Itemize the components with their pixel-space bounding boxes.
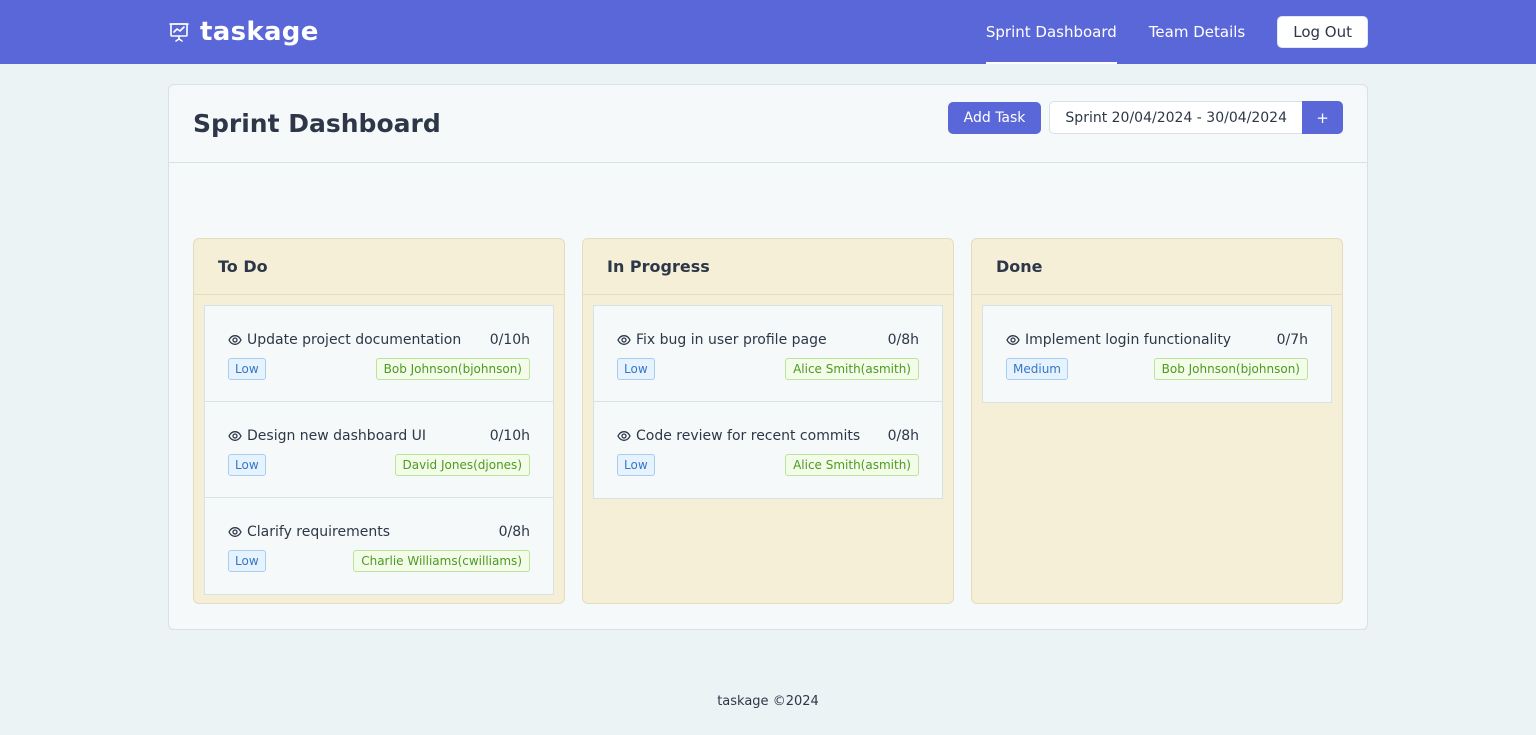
dashboard-toolbar: Add Task Sprint 20/04/2024 - 30/04/2024 … [947, 101, 1343, 134]
priority-tag: Low [228, 454, 266, 476]
task-card[interactable]: Update project documentation 0/10h Low B… [205, 306, 553, 402]
task-hours: 0/10h [489, 332, 530, 348]
add-sprint-button[interactable]: + [1302, 101, 1343, 134]
eye-icon[interactable] [228, 429, 242, 443]
column-title: In Progress [583, 239, 953, 295]
brand-name: taskage [200, 17, 319, 47]
column-title: To Do [194, 239, 564, 295]
priority-tag: Low [228, 358, 266, 380]
priority-tag: Medium [1006, 358, 1068, 380]
eye-icon[interactable] [1006, 333, 1020, 347]
presentation-chart-icon [168, 21, 190, 43]
priority-tag: Low [617, 358, 655, 380]
task-name: Fix bug in user profile page [636, 332, 827, 348]
brand-logo[interactable]: taskage [168, 15, 319, 49]
assignee-tag: Alice Smith(asmith) [785, 358, 919, 380]
task-list: Fix bug in user profile page 0/8h Low Al… [593, 305, 943, 499]
eye-icon[interactable] [228, 333, 242, 347]
task-name-wrapper[interactable]: Code review for recent commits [617, 428, 860, 444]
assignee-tag: Bob Johnson(bjohnson) [375, 358, 530, 380]
task-name: Design new dashboard UI [247, 428, 427, 444]
sprint-select[interactable]: Sprint 20/04/2024 - 30/04/2024 [1049, 101, 1302, 134]
task-name-wrapper[interactable]: Update project documentation [228, 332, 461, 348]
task-name-wrapper[interactable]: Clarify requirements [228, 524, 390, 540]
task-name: Clarify requirements [247, 524, 390, 540]
footer: taskage ©2024 [717, 694, 819, 709]
task-card[interactable]: Code review for recent commits 0/8h Low … [594, 402, 942, 498]
eye-icon[interactable] [617, 333, 631, 347]
task-name: Code review for recent commits [636, 428, 861, 444]
assignee-tag: Alice Smith(asmith) [785, 454, 919, 476]
eye-icon[interactable] [617, 429, 631, 443]
nav-link-sprint-dashboard[interactable]: Sprint Dashboard [985, 0, 1117, 64]
task-name-wrapper[interactable]: Fix bug in user profile page [617, 332, 827, 348]
task-hours: 0/7h [1276, 332, 1308, 348]
column-done: Done Implement login functionality 0/7h … [971, 238, 1343, 604]
assignee-tag: David Jones(djones) [394, 454, 530, 476]
task-card[interactable]: Fix bug in user profile page 0/8h Low Al… [594, 306, 942, 402]
sprint-selector-group: Sprint 20/04/2024 - 30/04/2024 + [1049, 101, 1343, 134]
column-title: Done [972, 239, 1342, 295]
priority-tag: Low [228, 550, 266, 572]
assignee-tag: Bob Johnson(bjohnson) [1153, 358, 1308, 380]
task-list: Update project documentation 0/10h Low B… [204, 305, 554, 595]
eye-icon[interactable] [228, 525, 242, 539]
priority-tag: Low [617, 454, 655, 476]
task-hours: 0/8h [887, 428, 919, 444]
column-to-do: To Do Update project documentation 0/10h… [193, 238, 565, 604]
task-name-wrapper[interactable]: Design new dashboard UI [228, 428, 426, 444]
task-card[interactable]: Design new dashboard UI 0/10h Low David … [205, 402, 553, 498]
task-name: Implement login functionality [1025, 332, 1232, 348]
task-list: Implement login functionality 0/7h Mediu… [982, 305, 1332, 403]
column-in-progress: In Progress Fix bug in user profile page… [582, 238, 954, 604]
task-card[interactable]: Clarify requirements 0/8h Low Charlie Wi… [205, 498, 553, 594]
logout-button[interactable]: Log Out [1277, 16, 1368, 48]
nav-link-team-details[interactable]: Team Details [1149, 0, 1245, 64]
top-navbar: taskage Sprint Dashboard Team Details Lo… [0, 0, 1536, 64]
task-card[interactable]: Implement login functionality 0/7h Mediu… [983, 306, 1331, 402]
assignee-tag: Charlie Williams(cwilliams) [353, 550, 530, 572]
add-task-button[interactable]: Add Task [947, 101, 1042, 134]
task-name: Update project documentation [247, 332, 462, 348]
task-hours: 0/8h [498, 524, 530, 540]
nav-links: Sprint Dashboard Team Details Log Out [985, 0, 1368, 64]
task-hours: 0/8h [887, 332, 919, 348]
task-hours: 0/10h [489, 428, 530, 444]
task-name-wrapper[interactable]: Implement login functionality [1006, 332, 1231, 348]
